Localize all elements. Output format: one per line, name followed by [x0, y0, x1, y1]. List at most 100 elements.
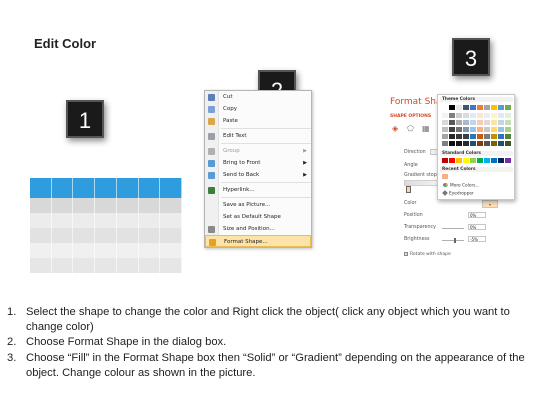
theme-shade-swatch[interactable] [498, 127, 504, 132]
theme-shade-swatch[interactable] [491, 134, 497, 139]
table-cell[interactable] [138, 258, 161, 273]
table-cell[interactable] [73, 258, 96, 273]
standard-color-swatch[interactable] [449, 158, 455, 163]
menu-item-paste[interactable]: Paste [205, 115, 311, 127]
theme-color-swatch[interactable] [463, 105, 469, 110]
menu-item-hyperlink[interactable]: Hyperlink... [205, 184, 311, 196]
theme-color-swatch[interactable] [491, 105, 497, 110]
menu-item-group[interactable]: Group ▶ [205, 145, 311, 157]
table-cell[interactable] [116, 213, 139, 228]
theme-color-swatch[interactable] [484, 105, 490, 110]
table-cell[interactable] [116, 258, 139, 273]
table-cell[interactable] [160, 213, 183, 228]
table-row[interactable] [30, 228, 183, 243]
standard-color-swatch[interactable] [498, 158, 504, 163]
theme-color-swatch[interactable] [477, 105, 483, 110]
theme-shade-swatch[interactable] [470, 120, 476, 125]
table-cell[interactable] [116, 228, 139, 243]
rotate-with-shape-checkbox[interactable]: ✓ Rotate with shape [404, 252, 451, 257]
table-cell[interactable] [51, 258, 74, 273]
theme-shade-swatch[interactable] [456, 120, 462, 125]
theme-shade-swatch[interactable] [498, 120, 504, 125]
table-cell[interactable] [73, 198, 96, 213]
table-cell[interactable] [95, 258, 117, 273]
table-cell[interactable] [73, 178, 96, 198]
theme-color-swatch[interactable] [470, 105, 476, 110]
more-colors-link[interactable]: More Colors... [443, 183, 480, 189]
menu-item-size-and-position[interactable]: Size and Position... [205, 223, 311, 235]
theme-shade-swatch[interactable] [505, 120, 511, 125]
theme-shade-swatch[interactable] [470, 141, 476, 146]
menu-item-send-to-back[interactable]: Send to Back ▶ [205, 169, 311, 181]
table-cell[interactable] [30, 258, 52, 273]
theme-color-swatch[interactable] [498, 105, 504, 110]
theme-shade-swatch[interactable] [477, 127, 483, 132]
theme-shade-swatch[interactable] [463, 113, 469, 118]
standard-color-swatch[interactable] [456, 158, 462, 163]
theme-shade-swatch[interactable] [449, 127, 455, 132]
theme-shade-swatch[interactable] [498, 134, 504, 139]
table-cell[interactable] [160, 228, 183, 243]
brightness-slider[interactable] [442, 240, 464, 241]
theme-shade-swatch[interactable] [505, 113, 511, 118]
theme-shade-swatch[interactable] [477, 120, 483, 125]
table-row[interactable] [30, 243, 183, 258]
table-cell[interactable] [138, 243, 161, 258]
theme-shade-swatch[interactable] [449, 134, 455, 139]
color-picker-button[interactable]: ▾ [482, 200, 498, 208]
theme-shade-swatch[interactable] [491, 127, 497, 132]
table-cell[interactable] [30, 228, 52, 243]
theme-shade-swatch[interactable] [484, 127, 490, 132]
menu-item-edit-text[interactable]: Edit Text [205, 130, 311, 142]
table-row[interactable] [30, 198, 183, 213]
theme-shade-swatch[interactable] [484, 113, 490, 118]
table-header-row[interactable] [30, 178, 183, 198]
size-properties-icon[interactable]: ▦ [422, 124, 432, 133]
table-cell[interactable] [73, 243, 96, 258]
table-cell[interactable] [30, 213, 52, 228]
table-cell[interactable] [95, 198, 117, 213]
table-cell[interactable] [116, 178, 139, 198]
theme-shade-swatch[interactable] [456, 127, 462, 132]
theme-shade-swatch[interactable] [491, 141, 497, 146]
table-cell[interactable] [73, 213, 96, 228]
theme-shade-swatch[interactable] [442, 141, 448, 146]
table-cell[interactable] [138, 198, 161, 213]
theme-shade-swatch[interactable] [484, 134, 490, 139]
table-cell[interactable] [116, 243, 139, 258]
eyedropper-link[interactable]: Eyedropper [442, 190, 474, 197]
theme-shade-swatch[interactable] [456, 113, 462, 118]
theme-shade-swatch[interactable] [456, 141, 462, 146]
transparency-slider[interactable] [442, 228, 464, 229]
theme-shade-swatch[interactable] [505, 127, 511, 132]
theme-color-swatch[interactable] [442, 105, 448, 110]
standard-color-swatch[interactable] [505, 158, 511, 163]
table-cell[interactable] [95, 243, 117, 258]
theme-shade-swatch[interactable] [442, 113, 448, 118]
menu-item-bring-to-front[interactable]: Bring to Front ▶ [205, 157, 311, 169]
table-cell[interactable] [138, 178, 161, 198]
brightness-input[interactable]: -5% [468, 236, 486, 242]
theme-shade-swatch[interactable] [456, 134, 462, 139]
theme-shade-swatch[interactable] [449, 120, 455, 125]
theme-shade-swatch[interactable] [442, 127, 448, 132]
table-cell[interactable] [73, 228, 96, 243]
position-input[interactable]: 0% [468, 212, 486, 218]
standard-color-swatch[interactable] [491, 158, 497, 163]
table-cell[interactable] [30, 198, 52, 213]
table-cell[interactable] [51, 213, 74, 228]
table-cell[interactable] [160, 178, 183, 198]
effects-icon[interactable]: ⬠ [407, 124, 417, 133]
menu-item-cut[interactable]: Cut [205, 91, 311, 103]
standard-color-swatch[interactable] [477, 158, 483, 163]
table-cell[interactable] [51, 198, 74, 213]
theme-shade-swatch[interactable] [505, 134, 511, 139]
table-cell[interactable] [51, 228, 74, 243]
table-cell[interactable] [160, 243, 183, 258]
menu-item-format-shape[interactable]: Format Shape... [205, 235, 311, 247]
theme-shade-swatch[interactable] [484, 120, 490, 125]
standard-color-swatch[interactable] [470, 158, 476, 163]
theme-color-swatch[interactable] [449, 105, 455, 110]
table-row[interactable] [30, 258, 183, 273]
table-cell[interactable] [95, 178, 117, 198]
